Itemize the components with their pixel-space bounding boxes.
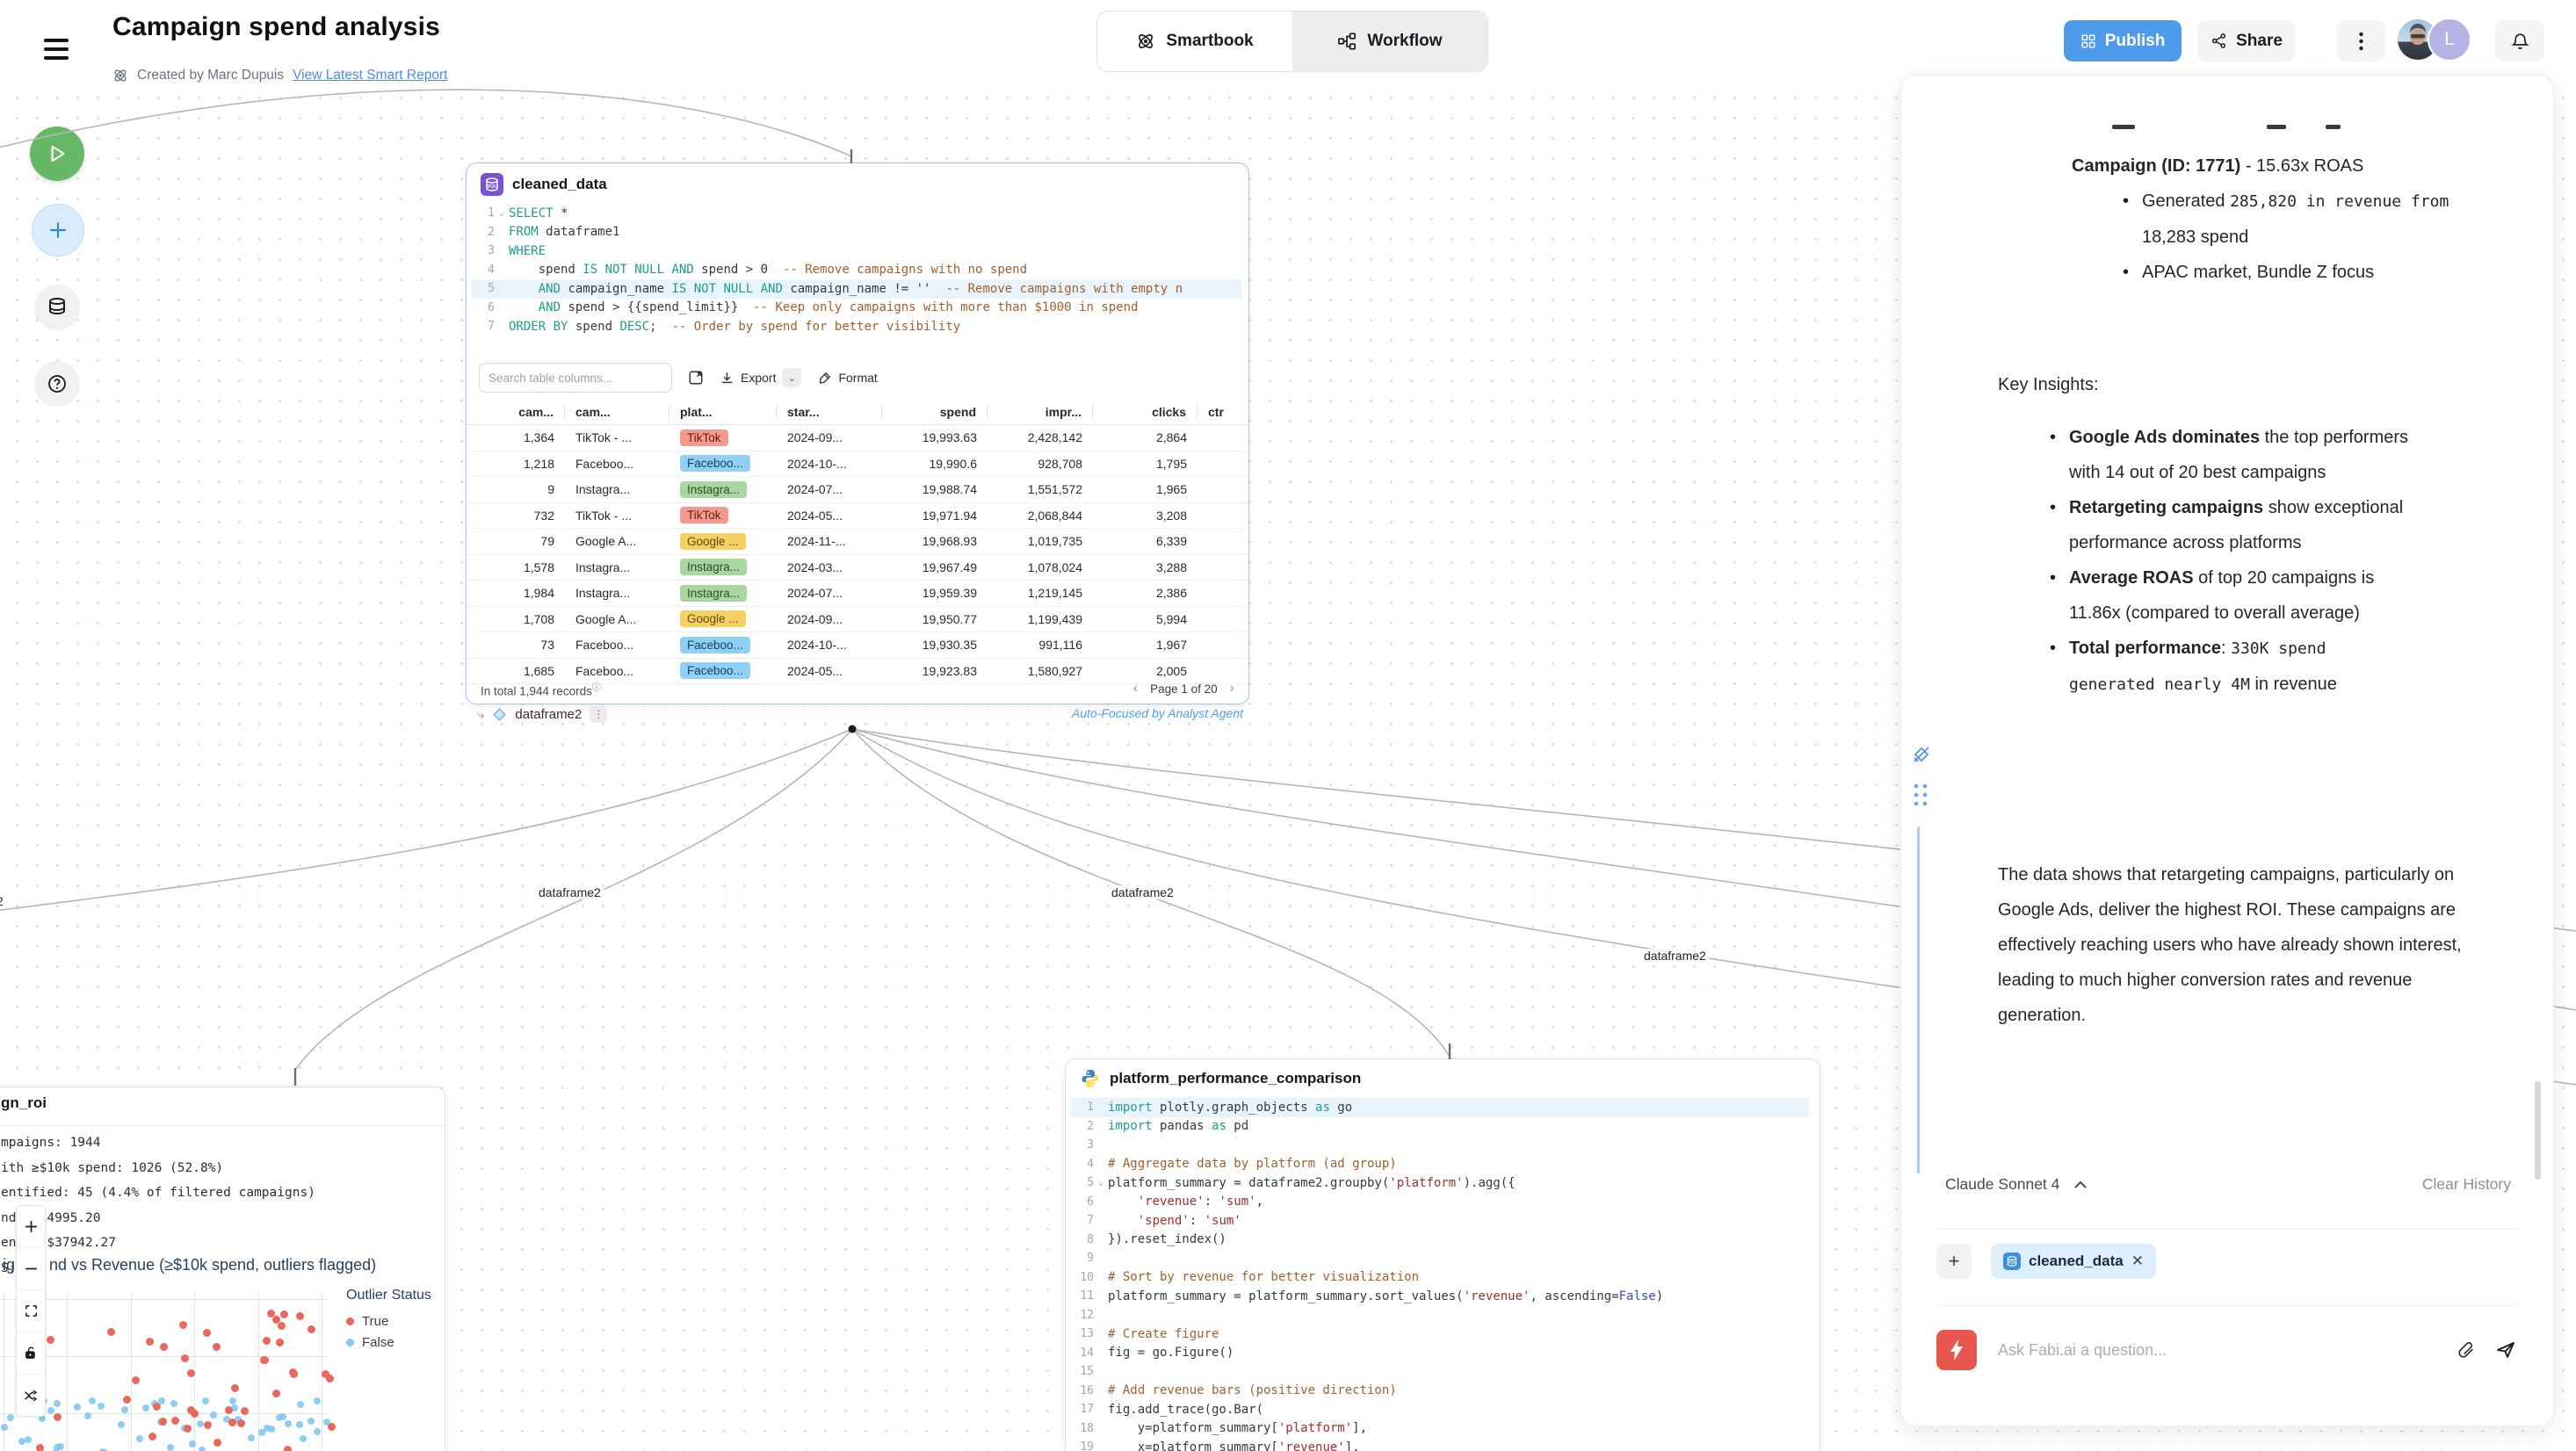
clipped-text-fragment	[2267, 125, 2286, 129]
lock-canvas-button[interactable]	[17, 1332, 45, 1375]
bullet-item: •APAC market, Bundle Z focus	[2123, 255, 2474, 290]
clear-history-button[interactable]: Clear History	[2422, 1175, 2511, 1194]
fit-view-button[interactable]	[17, 1290, 45, 1332]
fullscreen-icon	[24, 1303, 39, 1318]
remove-context-icon[interactable]: ✕	[2131, 1252, 2144, 1270]
minus-icon	[24, 1261, 39, 1276]
unlock-icon	[24, 1346, 39, 1361]
sql-table-icon: SQL	[2003, 1252, 2021, 1270]
context-chip-label: cleaned_data	[2029, 1252, 2124, 1270]
bullet-item: •Generated 285,820 in revenue from 18,28…	[2123, 184, 2474, 255]
bullet-item: •Total performance: 330K spend generated…	[2050, 631, 2410, 703]
scrollbar-thumb[interactable]	[2535, 1081, 2541, 1180]
divider	[1936, 1229, 2518, 1230]
ai-chat-panel: Campaign (ID: 1771) - 15.63x ROAS •Gener…	[1900, 75, 2554, 1426]
divider	[1936, 1305, 2518, 1306]
clipped-text-fragment	[2326, 125, 2341, 129]
bullet-item: •Average ROAS of top 20 campaigns is 11.…	[2050, 560, 2410, 631]
fabi-logo	[1936, 1330, 1977, 1370]
edge-label-dataframe2: dataframe2	[1109, 885, 1176, 899]
attach-icon[interactable]	[2457, 1340, 2476, 1360]
insight-heading: Campaign (ID: 1771) - 15.63x ROAS	[2072, 148, 2485, 184]
drag-handle-icon[interactable]	[1912, 783, 1929, 807]
key-insights-label: Key Insights:	[1998, 367, 2099, 402]
shuffle-icon	[23, 1388, 39, 1404]
auto-layout-button[interactable]	[17, 1375, 45, 1416]
edge-label-dataframe2: dataframe2	[1641, 949, 1709, 963]
edge-label-dataframe2: dataframe2	[0, 894, 6, 908]
edge-label-dataframe2: dataframe2	[536, 885, 604, 899]
canvas-zoom-toolbar	[16, 1205, 46, 1417]
context-chip-cleaned-data[interactable]: SQL cleaned_data ✕	[1991, 1244, 2156, 1279]
chat-input[interactable]	[1996, 1340, 2437, 1361]
model-selector[interactable]: Claude Sonnet 4	[1945, 1175, 2059, 1194]
key-insight-bullets: •Google Ads dominates the top performers…	[2050, 420, 2410, 703]
bullet-item: •Retargeting campaigns show exceptional …	[2050, 490, 2410, 560]
insight-sub-bullets: •Generated 285,820 in revenue from 18,28…	[2123, 184, 2474, 290]
lightning-icon	[1947, 1339, 1966, 1361]
insight-paragraph: The data shows that retargeting campaign…	[1998, 857, 2490, 1033]
send-icon[interactable]	[2495, 1339, 2516, 1361]
plus-icon	[24, 1219, 39, 1234]
chevron-up-icon[interactable]	[2073, 1180, 2088, 1189]
svg-text:SQL: SQL	[2008, 1260, 2016, 1265]
add-context-button[interactable]: +	[1936, 1244, 1972, 1279]
zoom-out-button[interactable]	[17, 1248, 45, 1290]
unpin-icon[interactable]	[1910, 743, 1933, 766]
bullet-item: •Google Ads dominates the top performers…	[2050, 420, 2410, 490]
app-window: dataframe2 dataframe2 dataframe2 datafra…	[0, 0, 2576, 1451]
clipped-text-fragment	[2112, 125, 2135, 129]
message-anchor-line	[1917, 827, 1920, 1173]
zoom-in-button[interactable]	[17, 1206, 45, 1248]
